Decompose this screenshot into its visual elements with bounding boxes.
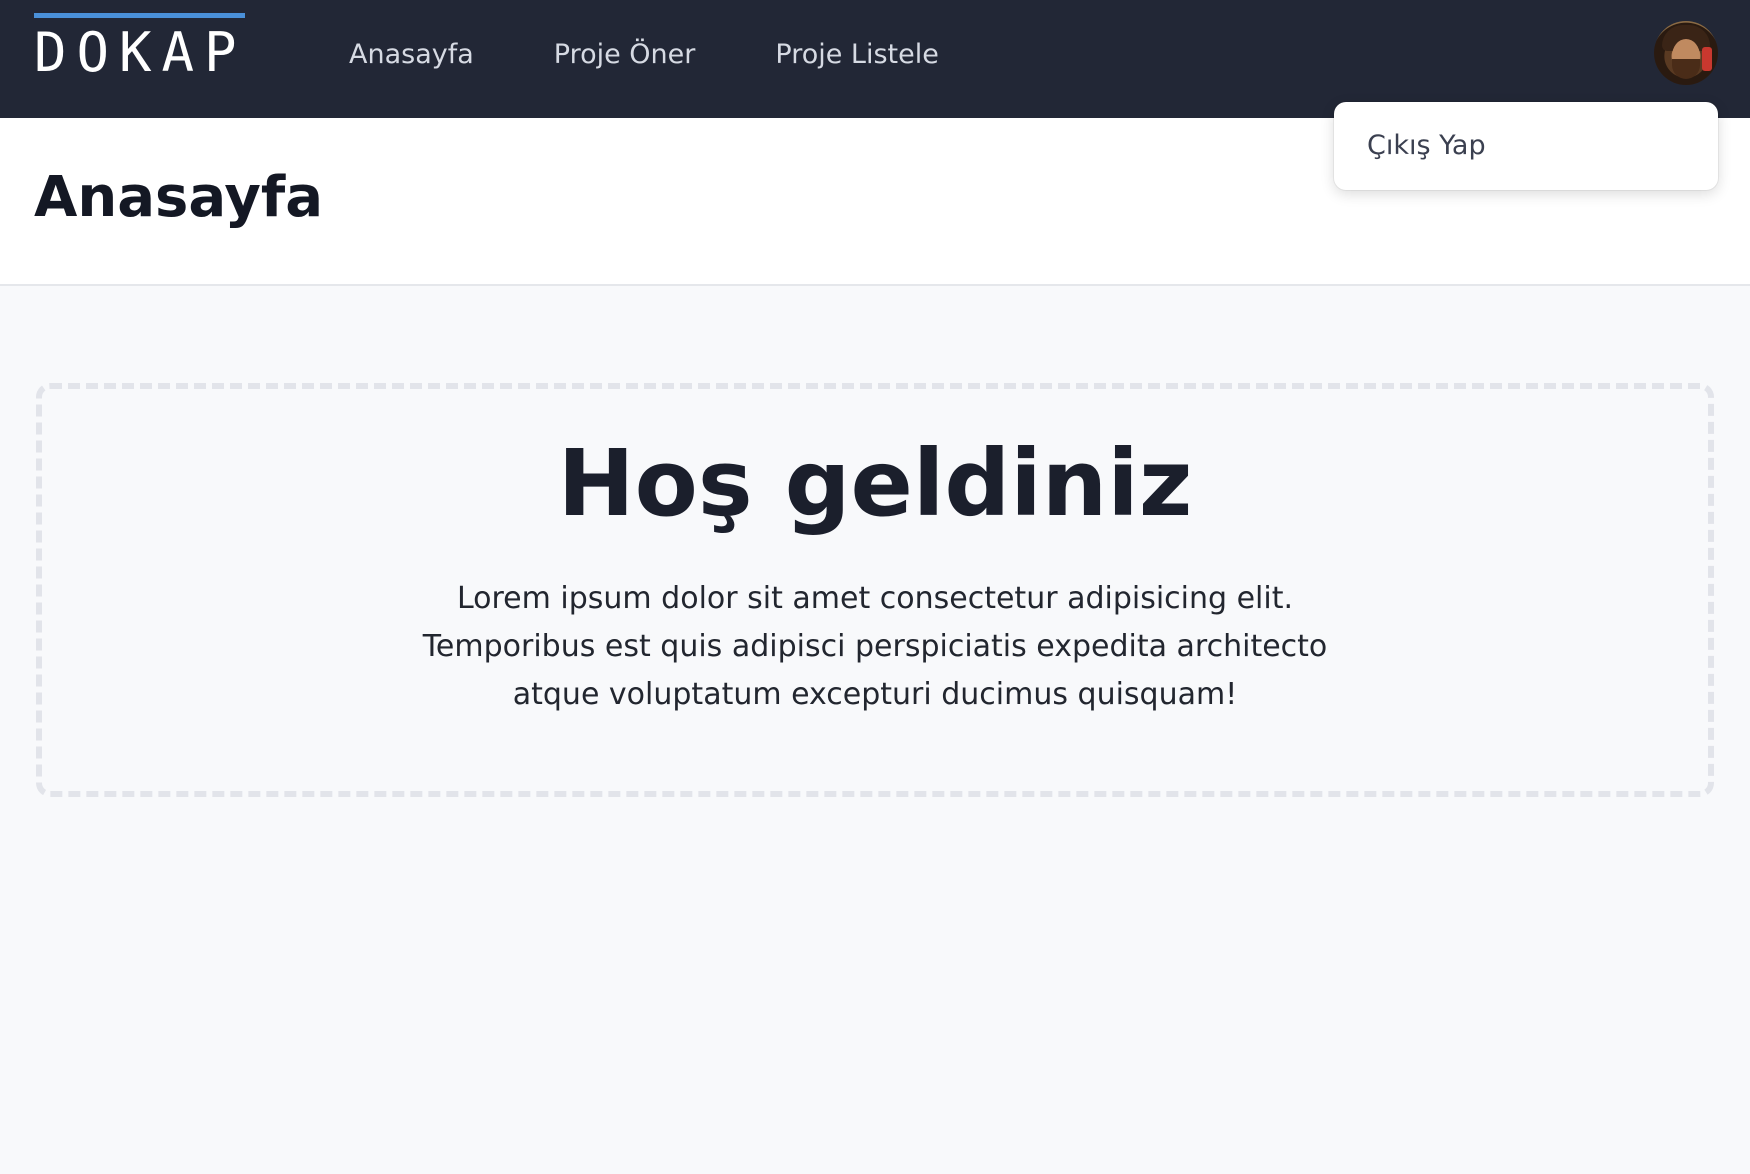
- logo[interactable]: DOKAP: [34, 13, 245, 84]
- top-navbar: DOKAP Anasayfa Proje Öner Proje Listele: [0, 0, 1750, 118]
- nav-item-proje-oner[interactable]: Proje Öner: [554, 30, 696, 80]
- welcome-text: Lorem ipsum dolor sit amet consectetur a…: [422, 581, 1328, 712]
- avatar-background-detail: [1702, 47, 1712, 71]
- user-dropdown-menu: Çıkış Yap: [1334, 102, 1718, 190]
- user-avatar[interactable]: [1654, 21, 1718, 85]
- welcome-title: Hoş geldiniz: [557, 430, 1193, 537]
- nav-item-anasayfa[interactable]: Anasayfa: [349, 30, 474, 80]
- nav-item-proje-listele[interactable]: Proje Listele: [775, 30, 938, 80]
- welcome-panel: Hoş geldiniz Lorem ipsum dolor sit amet …: [36, 383, 1714, 797]
- logout-menu-item[interactable]: Çıkış Yap: [1367, 124, 1486, 168]
- main-nav: Anasayfa Proje Öner Proje Listele: [349, 30, 1019, 80]
- avatar-beard: [1672, 59, 1700, 79]
- page-title: Anasayfa: [34, 165, 324, 230]
